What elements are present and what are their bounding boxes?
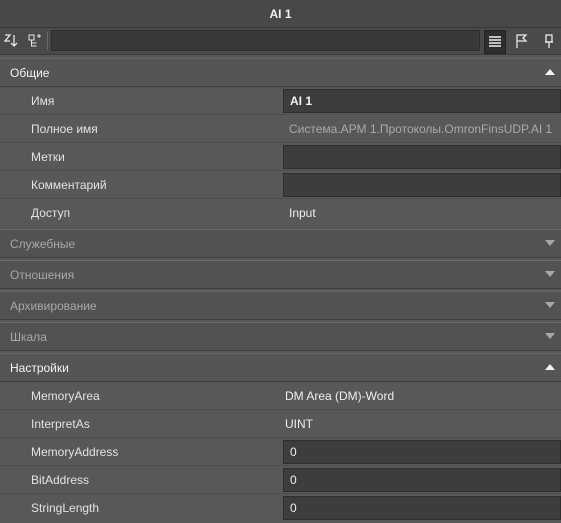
tags-field[interactable] bbox=[283, 145, 561, 169]
section-title: Шкала bbox=[10, 329, 47, 344]
sort-az-icon[interactable] bbox=[1, 30, 21, 52]
section-title: Общие bbox=[10, 65, 50, 80]
section-general-header[interactable]: Общие bbox=[0, 58, 561, 87]
string-length-field[interactable]: 0 bbox=[283, 496, 561, 520]
property-row-bit-address: BitAddress 0 bbox=[0, 466, 561, 494]
section-archiving-header[interactable]: Архивирование bbox=[0, 291, 561, 320]
section-service-header[interactable]: Служебные bbox=[0, 229, 561, 258]
property-label: BitAddress bbox=[31, 473, 90, 487]
section-title: Настройки bbox=[10, 360, 69, 375]
window-title-bar: AI 1 bbox=[0, 0, 561, 28]
chevron-up-icon bbox=[545, 364, 555, 370]
full-name-value: Система.АРМ 1.Протоколы.OmronFinsUDP.AI … bbox=[289, 122, 553, 136]
search-input[interactable] bbox=[51, 30, 480, 51]
chevron-down-icon bbox=[545, 240, 555, 246]
property-label: Имя bbox=[31, 94, 55, 108]
property-label: MemoryArea bbox=[31, 389, 100, 403]
memory-address-field[interactable]: 0 bbox=[283, 440, 561, 464]
flag-icon[interactable] bbox=[512, 30, 532, 52]
property-label: MemoryAddress bbox=[31, 445, 119, 459]
property-label: Комментарий bbox=[31, 178, 107, 192]
property-row-name: Имя AI 1 bbox=[0, 87, 561, 115]
property-row-comment: Комментарий bbox=[0, 171, 561, 199]
property-row-full-name: Полное имя Система.АРМ 1.Протоколы.Omron… bbox=[0, 115, 561, 143]
window-title: AI 1 bbox=[269, 6, 292, 21]
interpret-as-value[interactable]: UINT bbox=[285, 410, 313, 438]
section-title: Служебные bbox=[10, 236, 76, 251]
property-row-interpret-as: InterpretAs UINT bbox=[0, 410, 561, 438]
section-title: Архивирование bbox=[10, 298, 97, 313]
section-settings-header[interactable]: Настройки bbox=[0, 353, 561, 382]
toolbar bbox=[0, 28, 561, 55]
chevron-down-icon bbox=[545, 333, 555, 339]
comment-field[interactable] bbox=[283, 173, 561, 197]
list-view-icon[interactable] bbox=[484, 30, 506, 54]
property-row-tags: Метки bbox=[0, 143, 561, 171]
property-row-access: Доступ Input bbox=[0, 199, 561, 227]
chevron-down-icon bbox=[545, 271, 555, 277]
property-row-memory-address: MemoryAddress 0 bbox=[0, 438, 561, 466]
property-row-memory-area: MemoryArea DM Area (DM)-Word bbox=[0, 382, 561, 410]
tree-expand-icon[interactable] bbox=[25, 30, 45, 52]
chevron-down-icon bbox=[545, 302, 555, 308]
section-scale-header[interactable]: Шкала bbox=[0, 322, 561, 351]
property-label: StringLength bbox=[31, 501, 100, 515]
property-label: InterpretAs bbox=[31, 417, 90, 431]
property-label: Полное имя bbox=[31, 122, 98, 136]
property-label: Доступ bbox=[31, 206, 71, 220]
property-label: Метки bbox=[31, 150, 65, 164]
pin-icon[interactable] bbox=[539, 30, 559, 52]
memory-area-value[interactable]: DM Area (DM)-Word bbox=[285, 382, 394, 410]
property-row-string-length: StringLength 0 bbox=[0, 494, 561, 522]
name-field[interactable]: AI 1 bbox=[283, 89, 561, 113]
toolbar-separator bbox=[47, 32, 48, 50]
access-value[interactable]: Input bbox=[289, 199, 316, 227]
bit-address-field[interactable]: 0 bbox=[283, 468, 561, 492]
section-relations-header[interactable]: Отношения bbox=[0, 260, 561, 289]
chevron-up-icon bbox=[545, 69, 555, 75]
section-title: Отношения bbox=[10, 267, 75, 282]
